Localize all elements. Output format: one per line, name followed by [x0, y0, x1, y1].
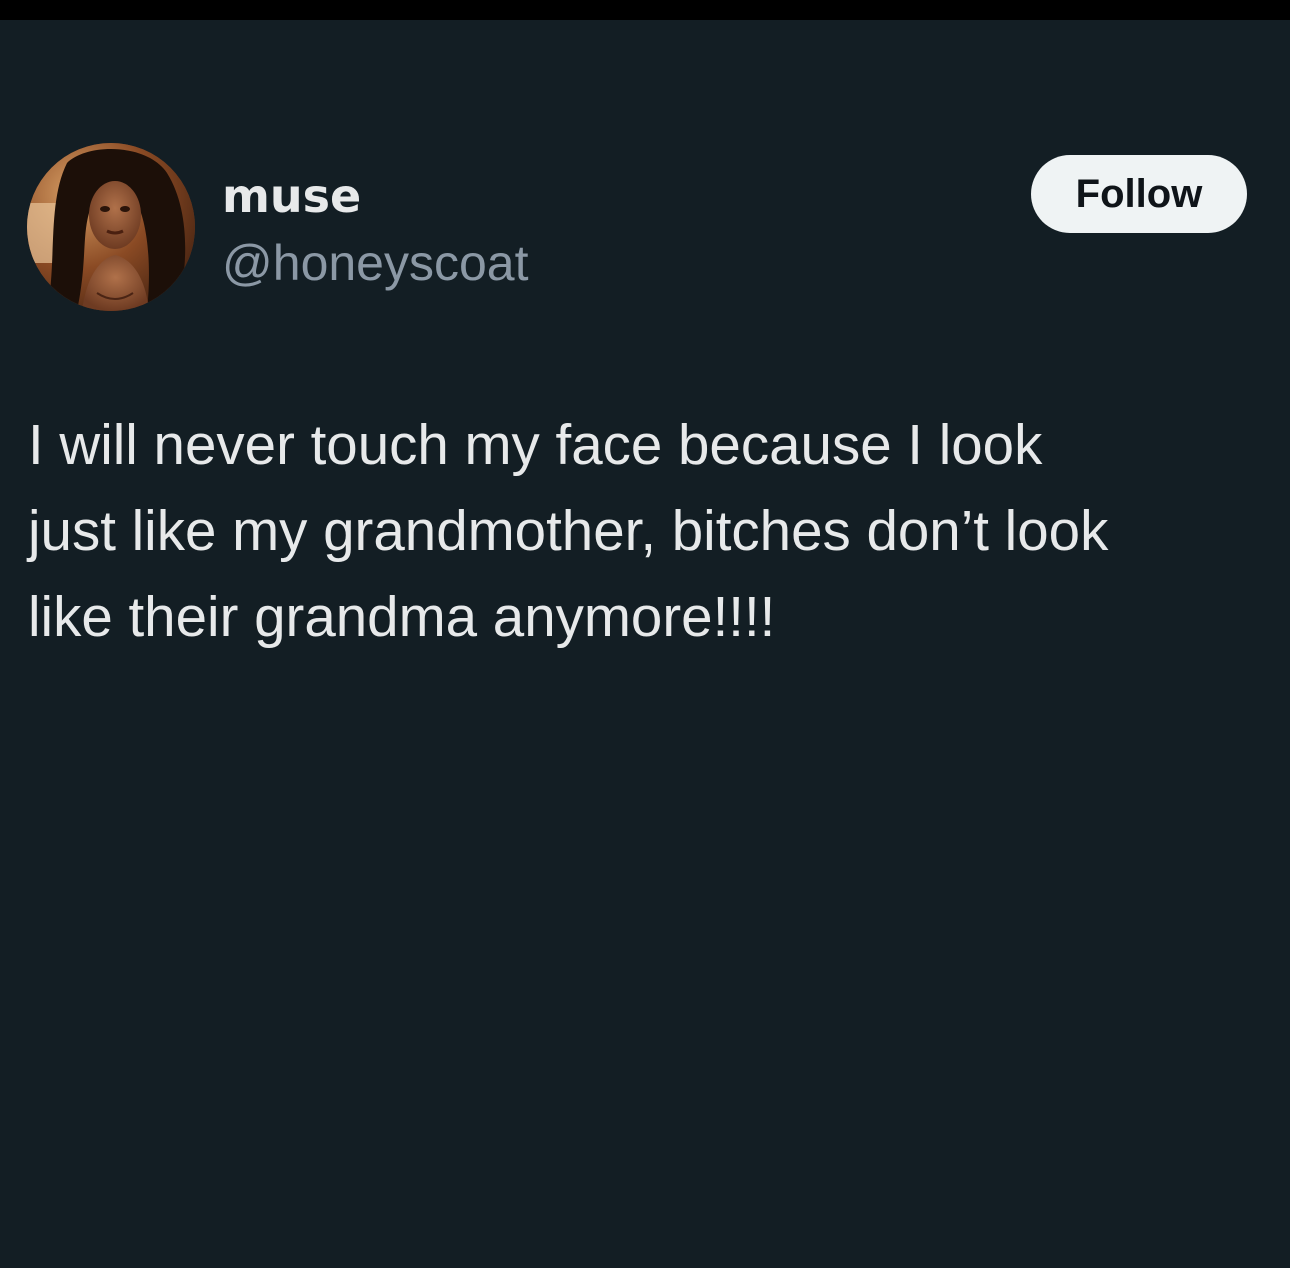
- tweet-text: I will never touch my face because I loo…: [28, 402, 1278, 660]
- top-bar: [0, 0, 1290, 20]
- follow-button[interactable]: Follow: [1031, 155, 1247, 233]
- tweet-text-line: like their grandma anymore!!!!: [28, 585, 776, 648]
- tweet-text-line: I will never touch my face because I loo…: [28, 413, 1043, 476]
- tweet-screenshot: muse @honeyscoat Follow I will never tou…: [0, 0, 1290, 1268]
- display-name[interactable]: muse: [222, 168, 361, 224]
- avatar-image: [27, 143, 195, 311]
- avatar[interactable]: [27, 143, 195, 311]
- tweet-text-line: just like my grandmother, bitches don’t …: [28, 499, 1109, 562]
- user-handle[interactable]: @honeyscoat: [222, 232, 529, 294]
